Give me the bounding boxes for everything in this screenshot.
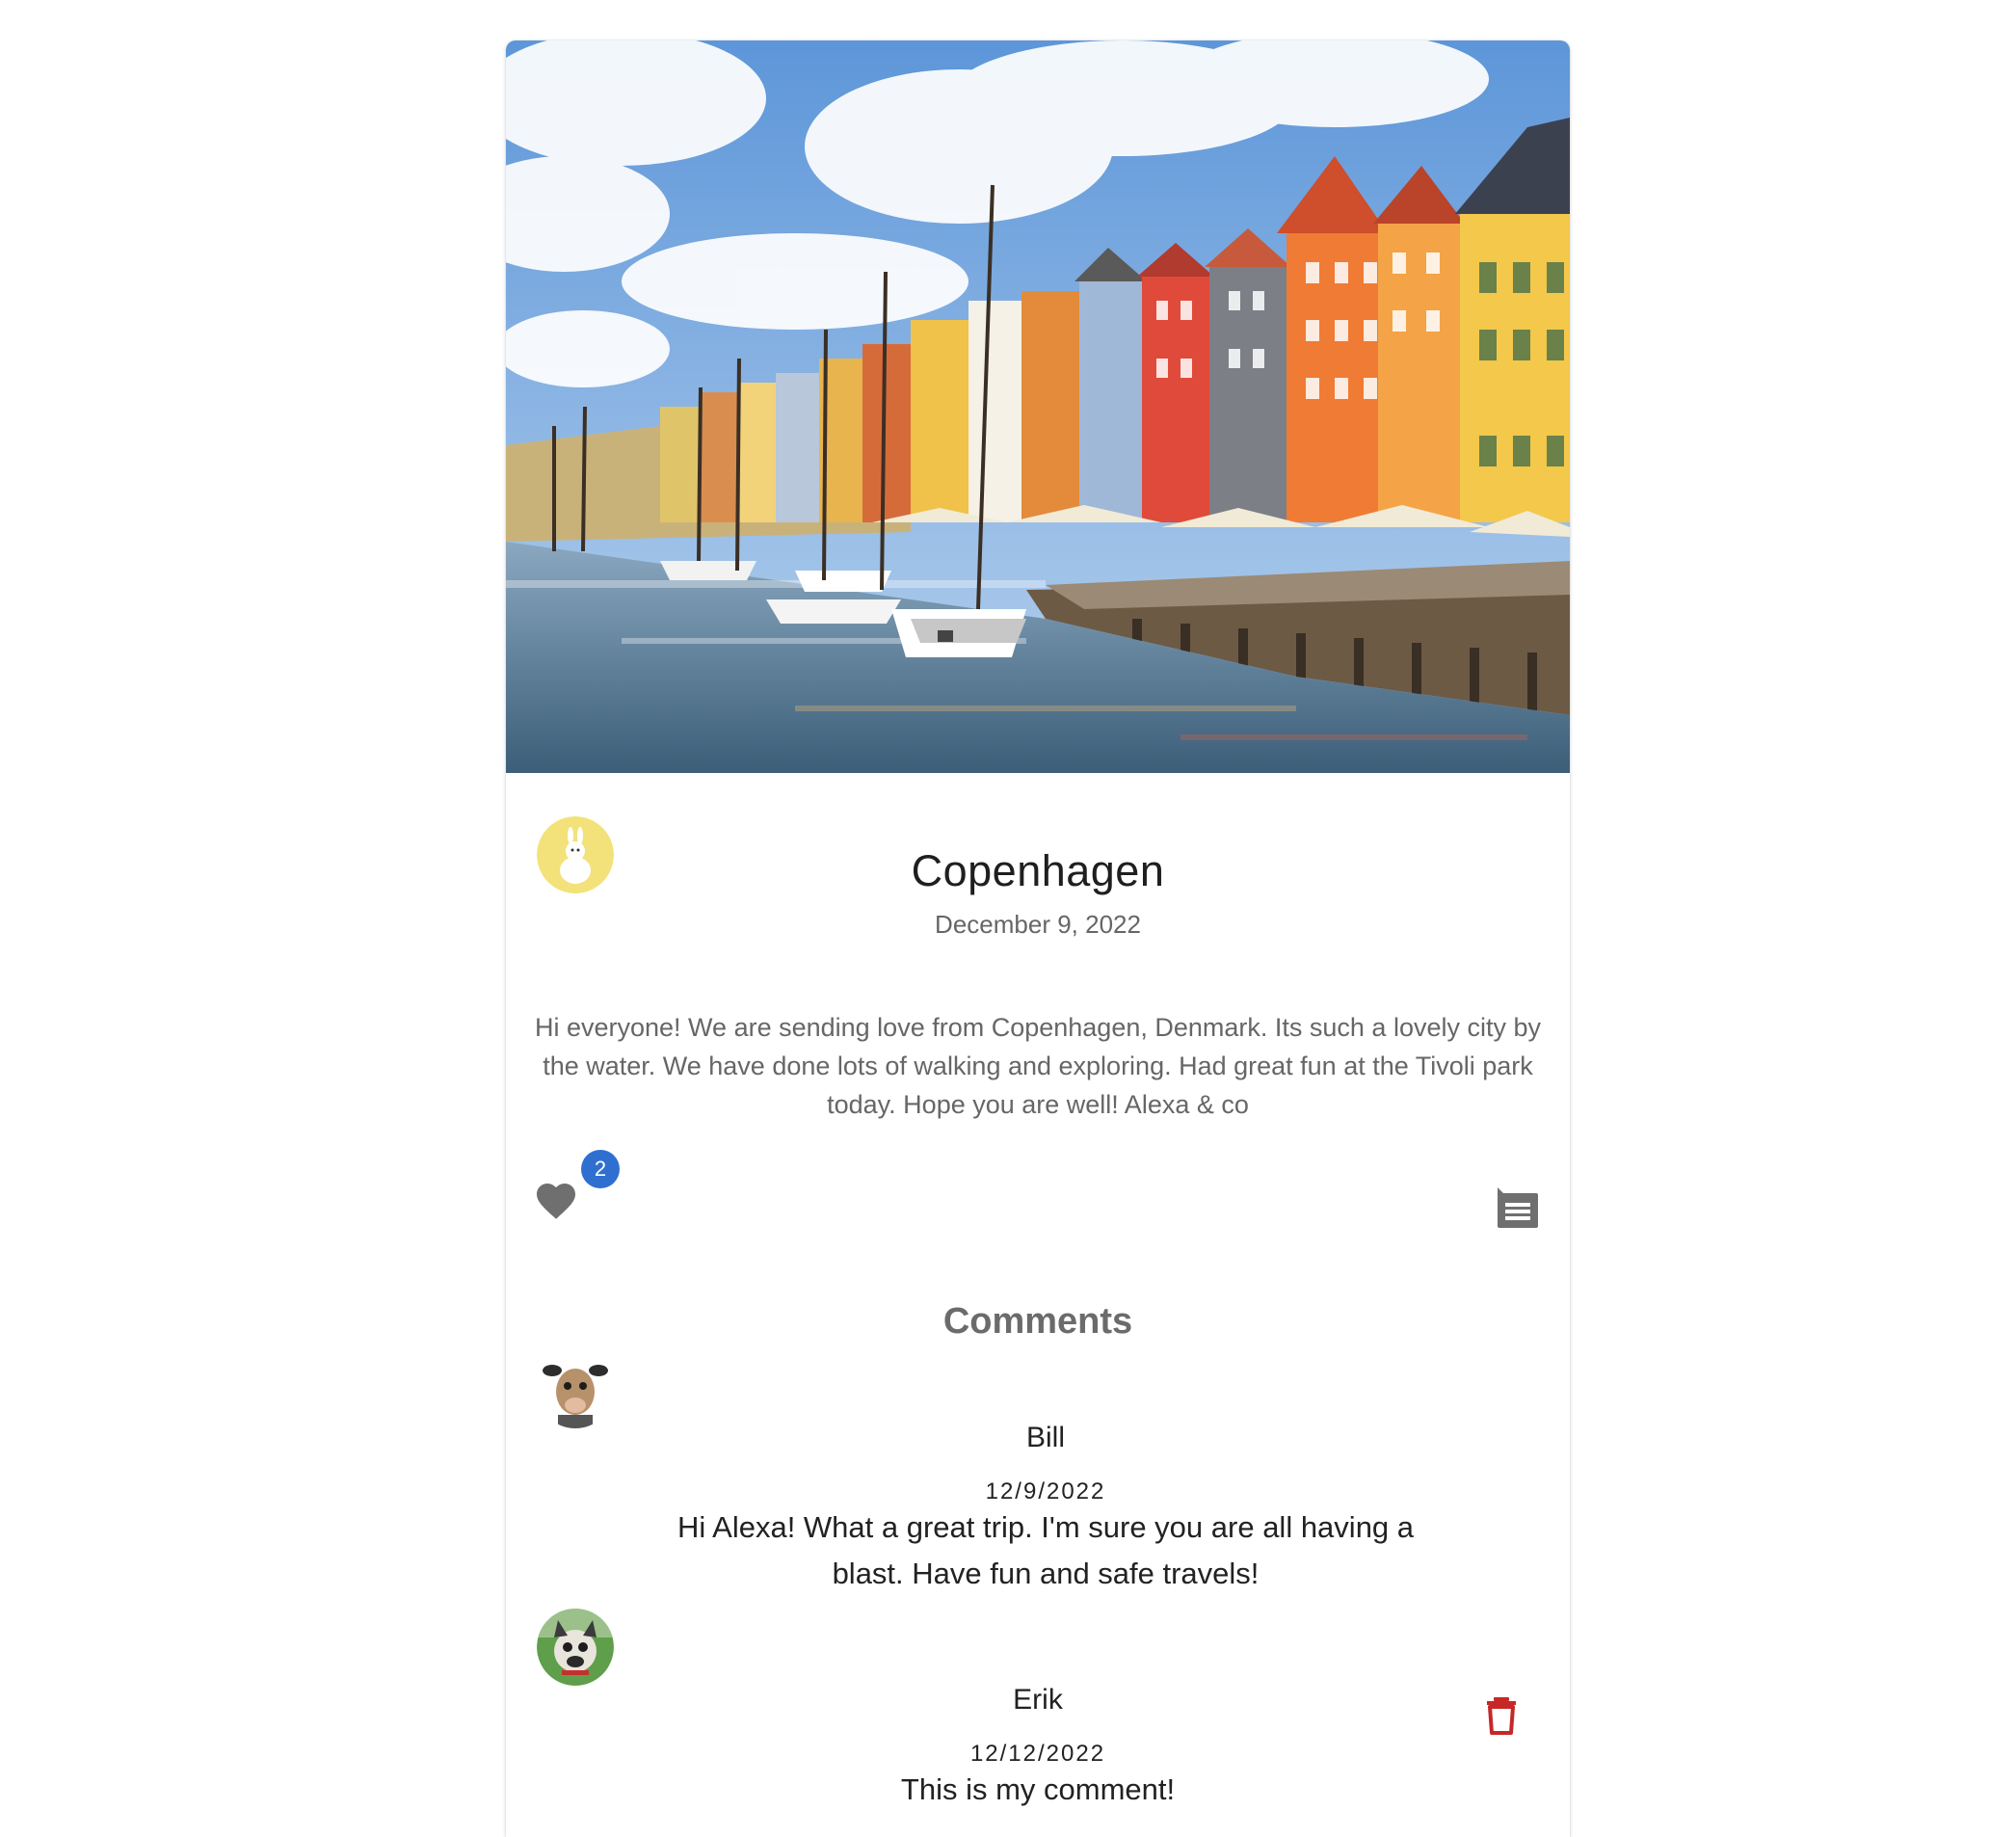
- post-photo: [506, 40, 1570, 773]
- comment-author: Bill: [1025, 1422, 1065, 1453]
- post-body: Hi everyone! We are sending love from Co…: [534, 1013, 1541, 1119]
- like-count-badge: 2: [581, 1150, 620, 1188]
- heart-icon[interactable]: [533, 1178, 579, 1224]
- post-title: Copenhagen: [911, 846, 1165, 895]
- comment-avatar: [537, 1609, 614, 1686]
- comment-text: Hi Alexa! What a great trip. I'm sure yo…: [676, 1510, 1415, 1590]
- trash-icon[interactable]: [1485, 1696, 1518, 1735]
- comment-icon[interactable]: [1494, 1185, 1540, 1230]
- comments-heading: Comments: [942, 1301, 1133, 1342]
- comment-text: This is my comment!: [900, 1772, 1176, 1806]
- post-card: Copenhagen December 9, 2022 Hi everyone!…: [506, 40, 1570, 1837]
- comment-date: 12/9/2022: [985, 1478, 1106, 1504]
- post-date: December 9, 2022: [935, 910, 1141, 939]
- comment-avatar: [537, 1351, 614, 1428]
- comment-date: 12/12/2022: [969, 1741, 1106, 1767]
- comment-author: Erik: [1013, 1684, 1063, 1716]
